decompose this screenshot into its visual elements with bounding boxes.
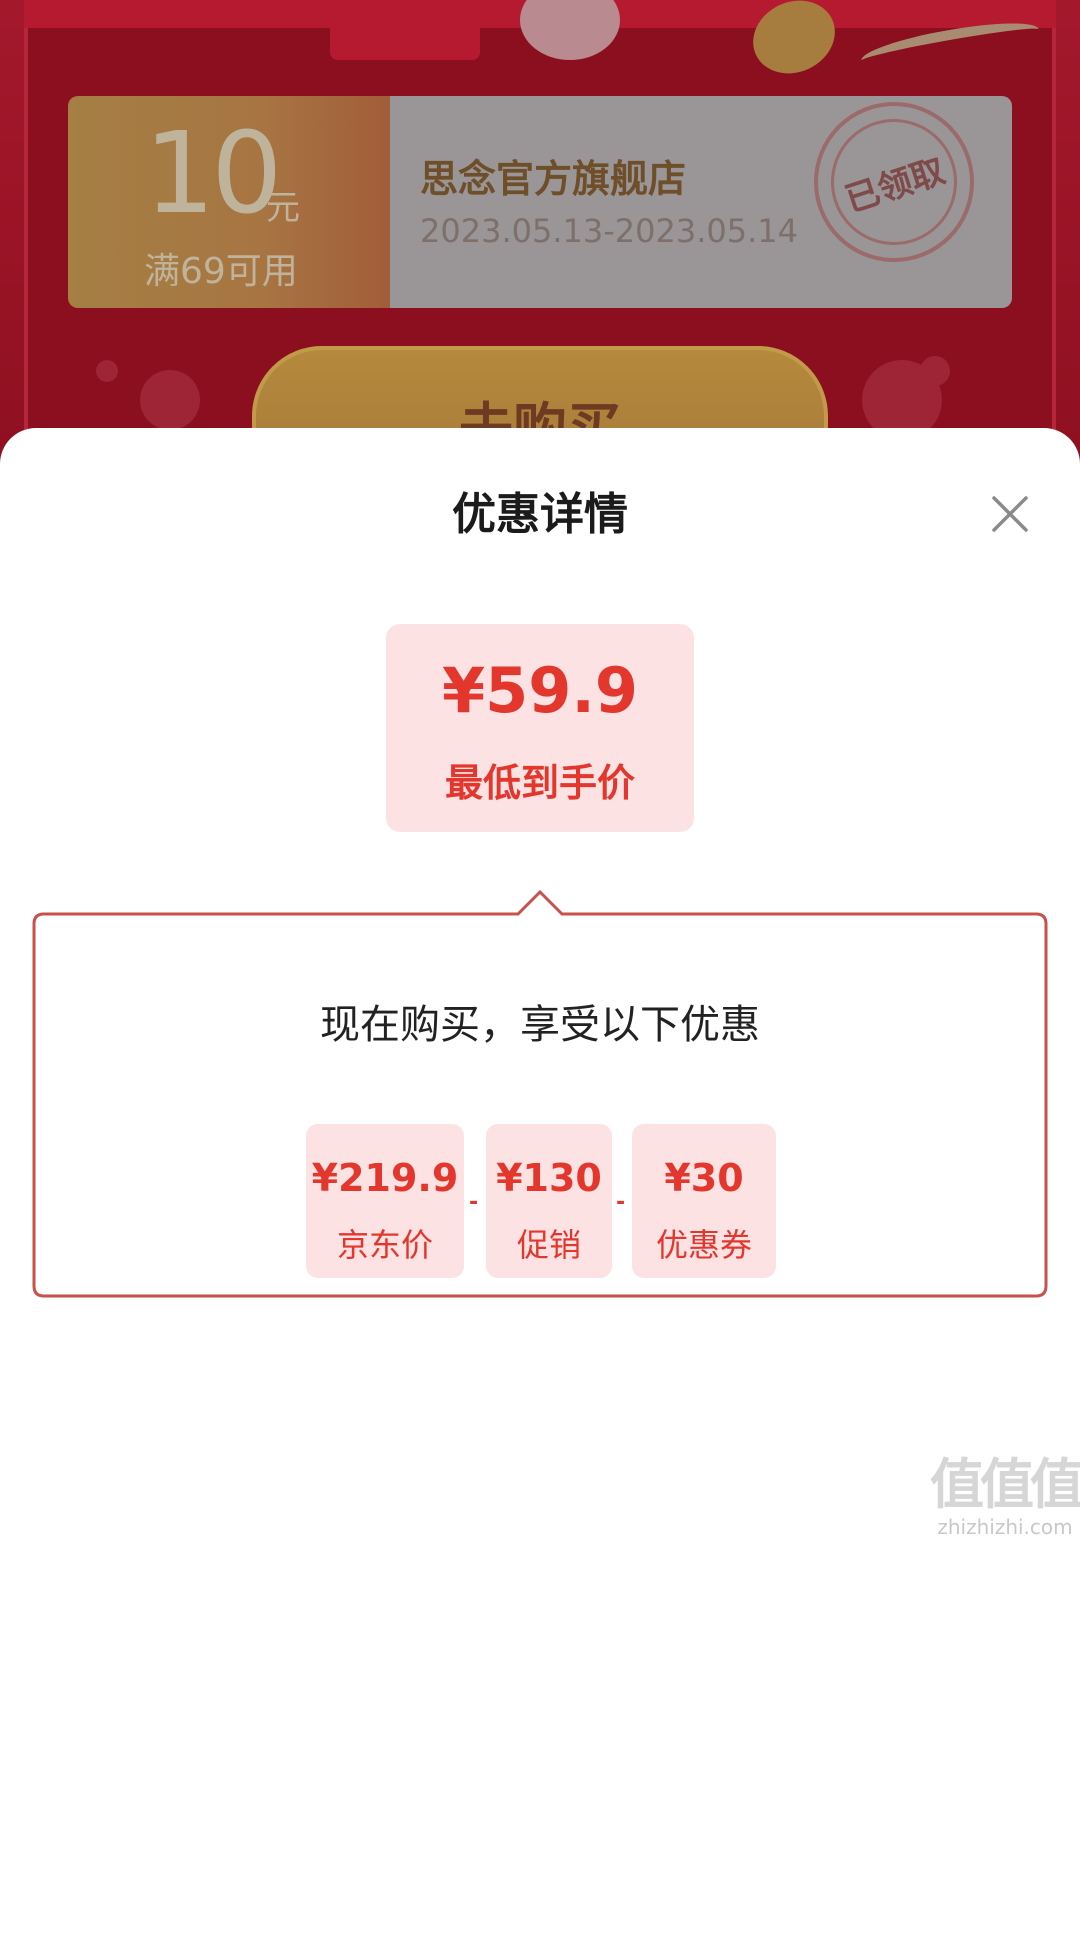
coupon-info-panel: 思念官方旗舰店 2023.05.13-2023.05.14 已领取 <box>390 96 1012 308</box>
bubble-decoration <box>920 356 950 386</box>
minus-operator: - <box>469 1190 479 1215</box>
sheet-title: 优惠详情 <box>452 489 628 540</box>
chip-label: 促销 <box>516 1226 581 1264</box>
coupon-amount: 10 <box>144 109 283 239</box>
claimed-stamp-inner: 已领取 <box>814 102 974 262</box>
close-button[interactable] <box>978 482 1042 546</box>
chip-label: 优惠券 <box>655 1226 752 1264</box>
claimed-stamp-label: 已领取 <box>840 150 950 221</box>
final-price-value: ¥59.9 <box>441 654 639 727</box>
benefits-heading: 现在购买，享受以下优惠 <box>320 1002 760 1048</box>
minus-operator: - <box>616 1190 626 1215</box>
final-price-label: 最低到手价 <box>444 761 635 805</box>
benefits-box: 现在购买，享受以下优惠 ¥219.9 京东价 - ¥130 促销 - ¥30 优… <box>30 886 1050 1298</box>
coupon-condition: 满69可用 <box>144 251 298 292</box>
chip-value: ¥130 <box>496 1156 602 1200</box>
coupon-valid-dates: 2023.05.13-2023.05.14 <box>420 212 798 250</box>
coupon-amount-panel: 10 元 满69可用 <box>68 96 390 308</box>
bubble-decoration <box>96 360 118 382</box>
envelope-decoration <box>330 0 480 60</box>
discount-details-sheet: 优惠详情 ¥59.9 最低到手价 现在购买，享受以下优惠 ¥219.9 京东价 … <box>0 428 1080 1956</box>
benefit-chips: ¥219.9 京东价 - ¥130 促销 - ¥30 优惠券 <box>30 1124 1050 1278</box>
claimed-stamp: 已领取 <box>814 102 974 262</box>
chip-value: ¥30 <box>664 1156 744 1200</box>
benefit-chip-coupon: ¥30 优惠券 <box>632 1124 776 1278</box>
site-watermark: 值值值 zhizhizhi.com <box>930 1440 1080 1539</box>
bubble-decoration <box>140 370 200 430</box>
coupon-unit: 元 <box>266 188 300 228</box>
coupon-ticket: 10 元 满69可用 思念官方旗舰店 2023.05.13-2023.05.14… <box>68 96 1012 308</box>
chip-value: ¥219.9 <box>311 1156 459 1200</box>
watermark-url: zhizhizhi.com <box>937 1515 1073 1539</box>
benefit-chip-promotion: ¥130 促销 <box>486 1124 612 1278</box>
close-icon <box>992 496 1028 532</box>
coupon-shop-name: 思念官方旗舰店 <box>420 157 687 201</box>
benefit-chip-jd-price: ¥219.9 京东价 <box>306 1124 464 1278</box>
watermark-logo: 值值值 <box>930 1453 1080 1516</box>
background-promo-page: 10 元 满69可用 思念官方旗舰店 2023.05.13-2023.05.14… <box>0 0 1080 470</box>
chip-label: 京东价 <box>336 1226 433 1264</box>
final-price-card: ¥59.9 最低到手价 <box>386 624 694 832</box>
